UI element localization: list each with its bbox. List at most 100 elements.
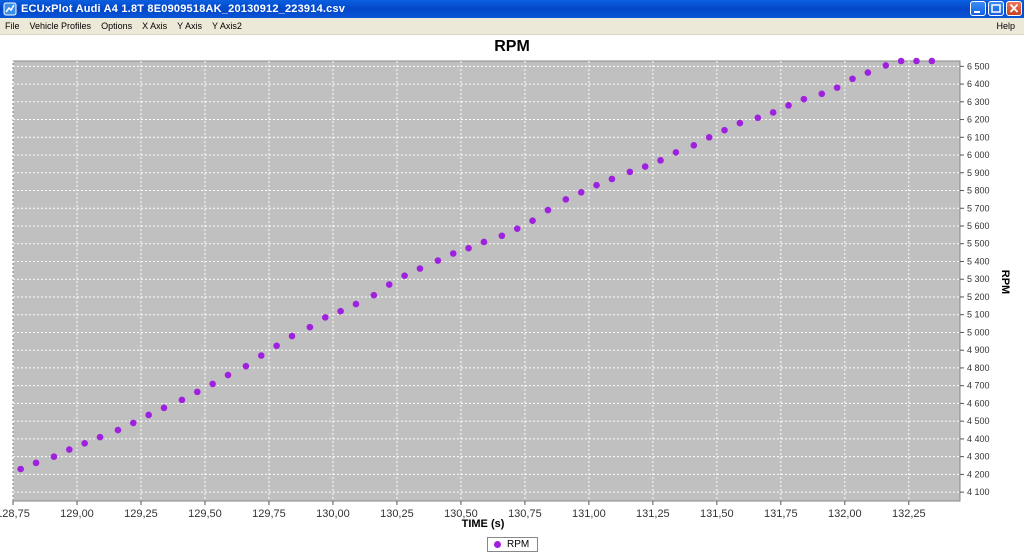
y-tick-label: 6 500	[967, 61, 990, 71]
y-axis-label: RPM	[999, 270, 1011, 294]
rpm-point	[626, 168, 634, 176]
y-tick-label: 4 400	[967, 434, 990, 444]
rpm-point	[288, 332, 296, 340]
x-tick-label: 131,25	[636, 508, 670, 520]
rpm-point	[657, 157, 664, 164]
y-tick-label: 5 900	[967, 168, 990, 178]
rpm-point	[385, 281, 393, 288]
rpm-point	[769, 109, 777, 116]
rpm-point	[608, 175, 616, 183]
y-tick-label: 6 400	[967, 79, 990, 89]
y-tick-label: 4 500	[967, 416, 990, 426]
rpm-point	[129, 419, 137, 427]
rpm-point	[370, 291, 378, 299]
rpm-point	[913, 57, 920, 65]
close-button[interactable]	[1006, 1, 1022, 16]
rpm-point	[705, 133, 713, 141]
y-tick-label: 5 500	[967, 239, 990, 249]
rpm-point	[529, 217, 536, 224]
x-tick-label: 132,25	[892, 508, 926, 520]
rpm-point	[864, 69, 872, 76]
title-bar: ECUxPlot Audi A4 1.8T 8E0909518AK_201309…	[0, 0, 1024, 18]
rpm-point	[849, 75, 856, 83]
rpm-point	[257, 352, 265, 359]
y-tick-label: 4 200	[967, 469, 990, 479]
y-axis: 4 100 4 200 4 300 4 400 4 500 4 600 4 700 4 800…	[960, 61, 990, 497]
rpm-point	[800, 95, 808, 103]
rpm-point	[593, 181, 600, 189]
y-tick-label: 6 300	[967, 97, 990, 107]
x-tick-label: 129,50	[188, 508, 222, 520]
app-icon	[3, 2, 17, 16]
menu-file[interactable]: File	[0, 21, 25, 31]
rpm-point	[641, 163, 649, 170]
rpm-point	[224, 371, 232, 379]
rpm-point	[928, 57, 936, 65]
y-tick-label: 5 300	[967, 274, 990, 284]
rpm-point	[498, 232, 506, 240]
rpm-point	[416, 265, 424, 272]
rpm-point	[321, 314, 329, 321]
rpm-point	[306, 323, 314, 331]
rpm-point	[434, 257, 442, 264]
window-title: ECUxPlot Audi A4 1.8T 8E0909518AK_201309…	[21, 3, 346, 15]
rpm-point	[736, 119, 744, 127]
rpm-point	[562, 196, 570, 203]
x-tick-label: 129,25	[124, 508, 158, 520]
rpm-point	[449, 250, 457, 257]
menu-x-axis[interactable]: X Axis	[137, 21, 172, 31]
y-tick-label: 4 300	[967, 452, 990, 462]
plot-area	[12, 60, 961, 502]
rpm-point	[66, 446, 73, 453]
rpm-chart: RPM 128,75 129,00 129,25 129,50 129,75 130,00…	[0, 38, 1011, 530]
menu-y-axis2[interactable]: Y Axis2	[207, 21, 247, 31]
y-tick-label: 5 700	[967, 203, 990, 213]
maximize-button[interactable]	[988, 1, 1004, 16]
y-tick-label: 5 400	[967, 256, 990, 266]
y-tick-label: 5 000	[967, 327, 990, 337]
rpm-point	[352, 300, 360, 308]
rpm-point	[721, 126, 728, 134]
rpm-point	[145, 411, 152, 419]
minimize-button[interactable]	[970, 1, 986, 16]
legend-marker	[494, 541, 501, 548]
y-tick-label: 6 000	[967, 150, 990, 160]
minimize-icon	[974, 11, 980, 13]
rpm-point	[209, 380, 216, 388]
menu-y-axis[interactable]: Y Axis	[172, 21, 207, 31]
y-tick-label: 6 100	[967, 132, 990, 142]
y-tick-label: 5 200	[967, 292, 990, 302]
rpm-point	[465, 244, 472, 252]
rpm-point	[833, 84, 841, 91]
y-tick-label: 6 200	[967, 115, 990, 125]
y-tick-label: 5 600	[967, 221, 990, 231]
rpm-point	[178, 396, 186, 404]
x-tick-label: 130,25	[380, 508, 414, 520]
legend-label: RPM	[507, 539, 530, 550]
legend: RPM	[487, 537, 538, 552]
rpm-point	[897, 57, 905, 65]
menu-bar: File Vehicle Profiles Options X Axis Y A…	[0, 18, 1024, 35]
rpm-point	[818, 90, 826, 98]
x-axis-label: TIME (s)	[462, 518, 505, 530]
rpm-point	[96, 433, 104, 441]
rpm-point	[114, 426, 122, 434]
rpm-point	[160, 404, 168, 412]
y-tick-label: 5 100	[967, 310, 990, 320]
menu-options[interactable]: Options	[96, 21, 137, 31]
rpm-point	[337, 307, 344, 315]
x-tick-label: 129,00	[60, 508, 94, 520]
maximize-icon	[991, 4, 1001, 13]
menu-help[interactable]: Help	[991, 21, 1020, 31]
rpm-point	[544, 206, 552, 214]
x-tick-label: 129,75	[252, 508, 286, 520]
menu-vehicle-profiles[interactable]: Vehicle Profiles	[25, 21, 97, 31]
y-tick-label: 4 800	[967, 363, 990, 373]
rpm-point	[513, 225, 521, 232]
rpm-point	[690, 141, 698, 149]
rpm-point	[32, 459, 40, 467]
rpm-point	[785, 102, 792, 109]
rpm-point	[50, 453, 58, 460]
chart-title: RPM	[494, 38, 530, 55]
rpm-point	[193, 388, 201, 396]
